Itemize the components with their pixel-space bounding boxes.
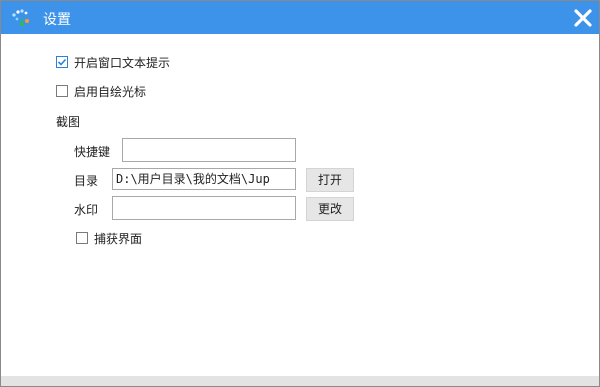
bottom-border (1, 376, 599, 386)
window-text-tips-checkbox[interactable] (56, 56, 68, 68)
draw-cursor-label: 启用自绘光标 (74, 85, 147, 99)
draw-cursor-checkbox[interactable] (56, 85, 68, 97)
directory-label: 目录 (74, 174, 99, 188)
open-directory-button[interactable]: 打开 (306, 168, 354, 192)
screenshot-section-label: 截图 (56, 115, 81, 129)
capture-interface-label: 捕获界面 (94, 232, 143, 246)
hotkey-label: 快捷键 (74, 145, 111, 159)
watermark-label: 水印 (74, 203, 99, 217)
window-title: 设置 (43, 12, 71, 28)
change-watermark-button[interactable]: 更改 (306, 197, 354, 221)
window-text-tips-label: 开启窗口文本提示 (74, 56, 171, 70)
sparkle-icon (12, 9, 29, 26)
settings-window: 设置 开启窗口文本提示 启用自绘光标 截图 快捷键 目录 D:\用户目录\我的文… (0, 0, 600, 387)
title-bar[interactable]: 设置 (1, 1, 599, 34)
watermark-input[interactable] (112, 196, 296, 220)
checkmark-icon (57, 58, 67, 66)
close-icon[interactable] (573, 8, 593, 28)
directory-input[interactable]: D:\用户目录\我的文档\Jup (112, 168, 296, 190)
settings-content: 开启窗口文本提示 启用自绘光标 截图 快捷键 目录 D:\用户目录\我的文档\J… (1, 34, 599, 376)
hotkey-input[interactable] (122, 138, 296, 162)
capture-interface-checkbox[interactable] (76, 232, 88, 244)
